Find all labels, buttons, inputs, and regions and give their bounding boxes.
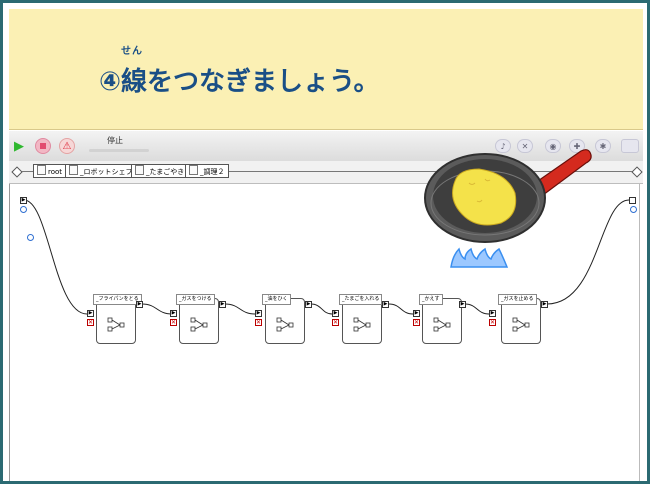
- play-icon: ▶: [14, 138, 24, 154]
- path-start-diamond: [11, 166, 23, 178]
- canvas-end-port[interactable]: [630, 206, 637, 213]
- node-2-output-pin[interactable]: ▶: [219, 301, 226, 308]
- root-icon: [37, 165, 46, 175]
- gas-flame-icon: [450, 247, 509, 268]
- play-button[interactable]: ▶: [11, 138, 27, 154]
- instruction-title: ④線をつなぎましょう。: [99, 67, 380, 97]
- box-icon: [135, 165, 144, 175]
- run-progress-bar: [89, 149, 149, 152]
- breadcrumb-tamagoyaki[interactable]: _たまごやき: [131, 164, 189, 178]
- box-network-icon: [433, 317, 451, 332]
- node-4-label: _たまごを入れる: [339, 294, 383, 305]
- stop-button[interactable]: [35, 138, 51, 154]
- box-network-icon: [190, 317, 208, 332]
- wire-start: [23, 199, 88, 315]
- node-3-cancel-pin[interactable]: ✕: [255, 319, 262, 326]
- node-3-label: _油をひく: [262, 294, 291, 305]
- stop-icon: [40, 143, 46, 149]
- canvas-side-port[interactable]: [27, 234, 34, 241]
- node-2-cancel-pin[interactable]: ✕: [170, 319, 177, 326]
- slide-frame: せん ④線をつなぎましょう。 ▶ ⚠ 停止 ♪ ✕ ◉ ✚ ✱ root _ロボ…: [0, 0, 650, 484]
- instruction-banner: せん ④線をつなぎましょう。: [9, 9, 643, 130]
- node-1-input-pin[interactable]: ▶: [87, 310, 94, 317]
- canvas-start-port[interactable]: [20, 206, 27, 213]
- node-6-cancel-pin[interactable]: ✕: [489, 319, 496, 326]
- warning-button[interactable]: ⚠: [59, 138, 75, 154]
- canvas-start-pin[interactable]: ▶: [20, 197, 27, 204]
- node-3-input-pin[interactable]: ▶: [255, 310, 262, 317]
- node-5-output-pin[interactable]: ▶: [459, 301, 466, 308]
- node-6-box[interactable]: _ガスを止める: [498, 294, 541, 344]
- box-network-icon: [107, 317, 125, 332]
- breadcrumb-root[interactable]: root: [33, 164, 67, 178]
- path-end-diamond: [631, 166, 643, 178]
- frying-pan-illustration: [424, 149, 592, 268]
- node-1-label: _フライパンをとる: [93, 294, 142, 305]
- furigana-ruby: せん: [121, 46, 143, 57]
- wire-3: [310, 303, 333, 315]
- wire-2: [224, 303, 256, 315]
- breadcrumb-robot-chef[interactable]: _ロボットシェフ: [65, 164, 137, 178]
- wire-4: [388, 303, 414, 315]
- frying-pan-icon: [424, 149, 592, 243]
- node-5-input-pin[interactable]: ▶: [413, 310, 420, 317]
- node-5-label: _かえす: [419, 294, 443, 305]
- box-network-icon: [512, 317, 530, 332]
- node-2-input-pin[interactable]: ▶: [170, 310, 177, 317]
- box-network-icon: [276, 317, 294, 332]
- run-status-label: 停止: [107, 136, 123, 145]
- node-6-input-pin[interactable]: ▶: [489, 310, 496, 317]
- node-3-box[interactable]: _油をひく: [262, 294, 305, 344]
- node-2-label: _ガスをつける: [176, 294, 215, 305]
- canvas-end-pin[interactable]: [629, 197, 636, 204]
- box-icon: [69, 165, 78, 175]
- settings-icon[interactable]: ✱: [595, 139, 611, 153]
- battery-icon: [621, 139, 639, 153]
- node-4-input-pin[interactable]: ▶: [332, 310, 339, 317]
- node-4-box[interactable]: _たまごを入れる: [339, 294, 383, 344]
- node-4-cancel-pin[interactable]: ✕: [332, 319, 339, 326]
- node-5-cancel-pin[interactable]: ✕: [413, 319, 420, 326]
- node-3-output-pin[interactable]: ▶: [305, 301, 312, 308]
- node-1-box[interactable]: _フライパンをとる: [93, 294, 142, 344]
- node-5-box[interactable]: _かえす: [419, 294, 462, 344]
- box-icon: [189, 165, 198, 175]
- warning-icon: ⚠: [62, 140, 72, 152]
- wire-1: [141, 303, 173, 315]
- breadcrumb-cooking-2[interactable]: _調理２: [185, 164, 229, 178]
- node-6-label: _ガスを止める: [498, 294, 537, 305]
- node-6-output-pin[interactable]: ▶: [541, 301, 548, 308]
- node-1-cancel-pin[interactable]: ✕: [87, 319, 94, 326]
- node-2-box[interactable]: _ガスをつける: [176, 294, 219, 344]
- box-network-icon: [353, 317, 371, 332]
- node-4-output-pin[interactable]: ▶: [382, 301, 389, 308]
- wire-5: [464, 303, 490, 315]
- node-1-output-pin[interactable]: ▶: [136, 301, 143, 308]
